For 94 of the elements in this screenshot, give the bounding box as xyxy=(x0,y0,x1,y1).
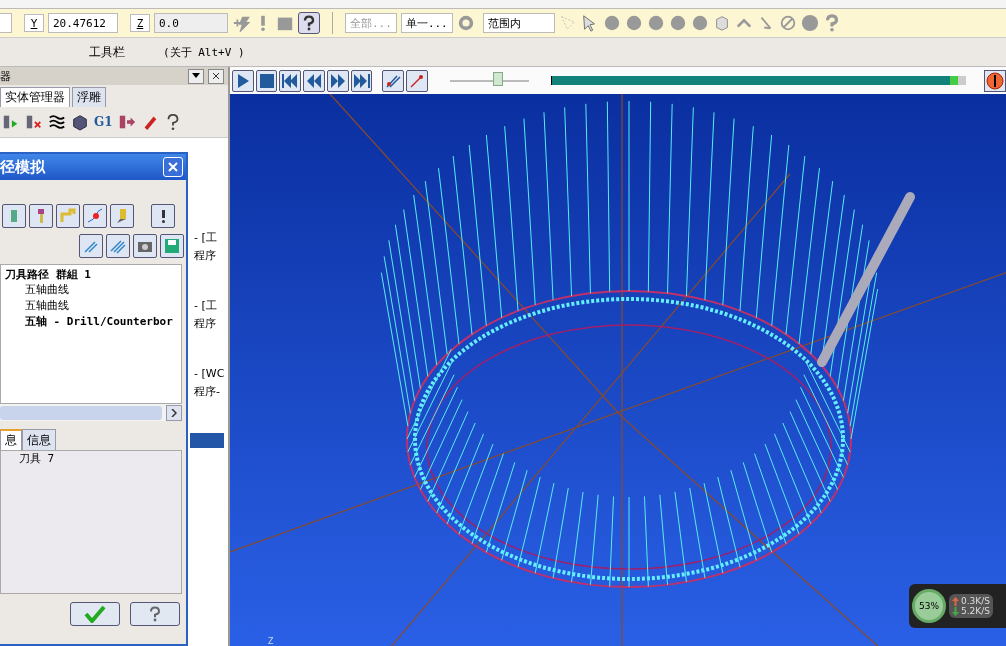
first-icon xyxy=(282,73,299,88)
arrow-up-icon xyxy=(952,596,959,606)
toolpath-icon xyxy=(385,73,402,88)
tree-item[interactable]: 程序 xyxy=(190,315,225,333)
holder-icon xyxy=(60,208,76,224)
help-button[interactable] xyxy=(130,602,180,626)
fwd-icon xyxy=(329,73,346,88)
shortcut-hint: (关于 Alt+V ) xyxy=(163,44,245,60)
help-icon xyxy=(301,15,317,31)
last-icon xyxy=(353,73,370,88)
stop-simulation-button[interactable] xyxy=(984,69,1006,92)
solid-shape-icon[interactable] xyxy=(624,14,643,32)
panel-tab[interactable]: 浮雕 xyxy=(72,87,106,107)
holder-button[interactable] xyxy=(56,204,80,228)
tool-delete-icon[interactable] xyxy=(25,113,43,131)
tool-button[interactable] xyxy=(29,204,53,228)
pin-icon xyxy=(409,73,425,88)
last-button[interactable] xyxy=(350,69,373,92)
bar-icon xyxy=(11,210,17,222)
tool-arrow-icon[interactable] xyxy=(117,113,136,131)
tool-play-icon[interactable] xyxy=(2,113,20,131)
curve-point-icon xyxy=(87,208,103,224)
play-button[interactable] xyxy=(232,69,254,92)
waves-icon[interactable] xyxy=(48,113,66,131)
display-button[interactable] xyxy=(2,204,26,228)
usage-gauge: 53% xyxy=(912,589,946,623)
panel-tab[interactable]: 实体管理器 xyxy=(0,87,70,107)
tree-item[interactable]: 程序- xyxy=(190,383,225,401)
tree-item[interactable]: 五轴曲线 xyxy=(1,282,181,298)
y-coordinate-field[interactable]: 20.47612 xyxy=(48,13,118,33)
tree-item[interactable]: 五轴 - Drill/Counterbor xyxy=(1,314,181,330)
speed-slider-thumb[interactable] xyxy=(493,71,504,86)
alert-button[interactable] xyxy=(151,204,175,228)
z-axis-button[interactable]: Z xyxy=(130,14,150,32)
3d-viewport[interactable]: Z 53% 0.3K/S 5.2K/S xyxy=(230,94,1006,646)
help-icon xyxy=(147,605,163,623)
fwd-button[interactable] xyxy=(326,69,349,92)
path-point-button[interactable] xyxy=(83,204,107,228)
axis-label: Z xyxy=(268,637,274,646)
power-icon xyxy=(986,71,1005,90)
upload-rate: 0.3K/S xyxy=(961,596,990,606)
range-dropdown[interactable]: 范围内 xyxy=(482,13,555,33)
help-button[interactable] xyxy=(298,12,320,34)
close-icon xyxy=(168,162,178,172)
prohibited-icon[interactable] xyxy=(778,14,797,32)
camera-button[interactable] xyxy=(133,234,157,258)
tree-item[interactable]: - [工 xyxy=(190,229,225,247)
tree-item[interactable]: - [工 xyxy=(190,297,225,315)
exclamation-icon xyxy=(161,209,165,223)
back-icon xyxy=(306,73,323,88)
solid-shape-icon[interactable] xyxy=(690,14,709,32)
shank-button[interactable] xyxy=(110,204,134,228)
tree-item[interactable]: - [WC xyxy=(190,365,225,383)
double-hatch-button[interactable] xyxy=(106,234,130,258)
tree-item[interactable]: 刀具路径 群組 1 xyxy=(1,267,181,282)
circle-icon[interactable] xyxy=(800,14,819,32)
solid-shape-icon[interactable] xyxy=(646,14,665,32)
download-rate: 5.2K/S xyxy=(961,606,990,616)
panel-menu-button[interactable] xyxy=(188,68,204,84)
back-button[interactable] xyxy=(303,69,325,92)
hatch-icon xyxy=(110,238,126,254)
arrow-down-icon xyxy=(952,606,959,616)
z-coordinate-field[interactable]: 0.0 xyxy=(154,13,228,33)
single-select-field[interactable]: 单一... xyxy=(400,13,453,33)
stop-button[interactable] xyxy=(255,69,278,92)
tool-marker-button[interactable] xyxy=(406,69,428,92)
path-button[interactable] xyxy=(382,69,405,92)
panel-title: 器 xyxy=(0,68,12,84)
info-tab[interactable]: 息 xyxy=(0,429,22,450)
scroll-right-button[interactable] xyxy=(166,404,182,421)
tree-item[interactable]: 程序 xyxy=(190,247,225,265)
toolbar-label: 工具栏 xyxy=(89,43,125,61)
single-hatch-button[interactable] xyxy=(79,234,103,258)
stop-icon xyxy=(258,73,275,88)
tree-item[interactable]: 五轴曲线 xyxy=(1,298,181,314)
first-button[interactable] xyxy=(279,69,302,92)
caret-icon xyxy=(192,73,200,79)
plus-bolt-icon[interactable] xyxy=(232,14,250,32)
ok-button[interactable] xyxy=(70,602,120,626)
tool-info: 刀具 7 xyxy=(19,452,55,465)
save-button[interactable] xyxy=(160,234,184,258)
close-button[interactable] xyxy=(208,68,224,84)
scroll-thumb[interactable] xyxy=(0,405,162,420)
checkmark-icon xyxy=(84,605,106,623)
solid-shape-icon[interactable] xyxy=(602,14,621,32)
g1-button[interactable]: G1 xyxy=(94,115,113,129)
info-tab[interactable]: 信息 xyxy=(22,429,56,450)
solid-shape-icon[interactable] xyxy=(668,14,687,32)
horizontal-scrollbar[interactable] xyxy=(0,404,182,421)
hatch-icon xyxy=(83,238,99,254)
dialog-title: 径模拟 xyxy=(0,157,45,177)
close-icon xyxy=(212,72,220,80)
chevron-right-icon xyxy=(171,408,177,417)
y-axis-button[interactable]: Y xyxy=(24,14,44,32)
